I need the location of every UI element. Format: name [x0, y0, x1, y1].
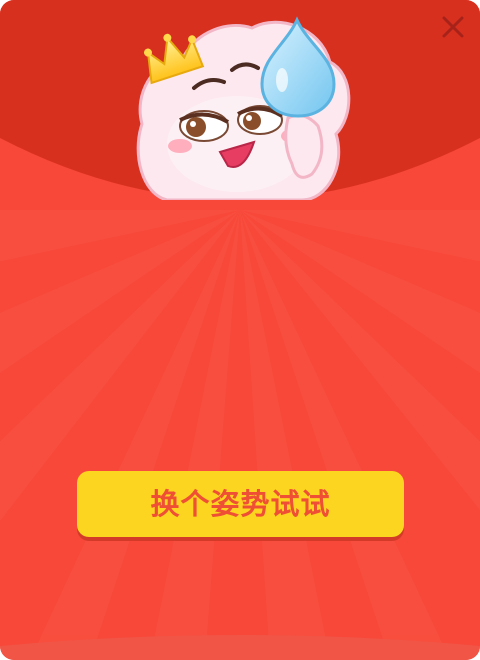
- red-envelope-dialog: 换个姿势试试: [0, 0, 480, 660]
- cloud-mascot-image: [136, 16, 351, 200]
- close-icon[interactable]: [438, 12, 468, 42]
- envelope-bottom-edge: [0, 635, 480, 660]
- try-again-button[interactable]: 换个姿势试试: [77, 471, 404, 537]
